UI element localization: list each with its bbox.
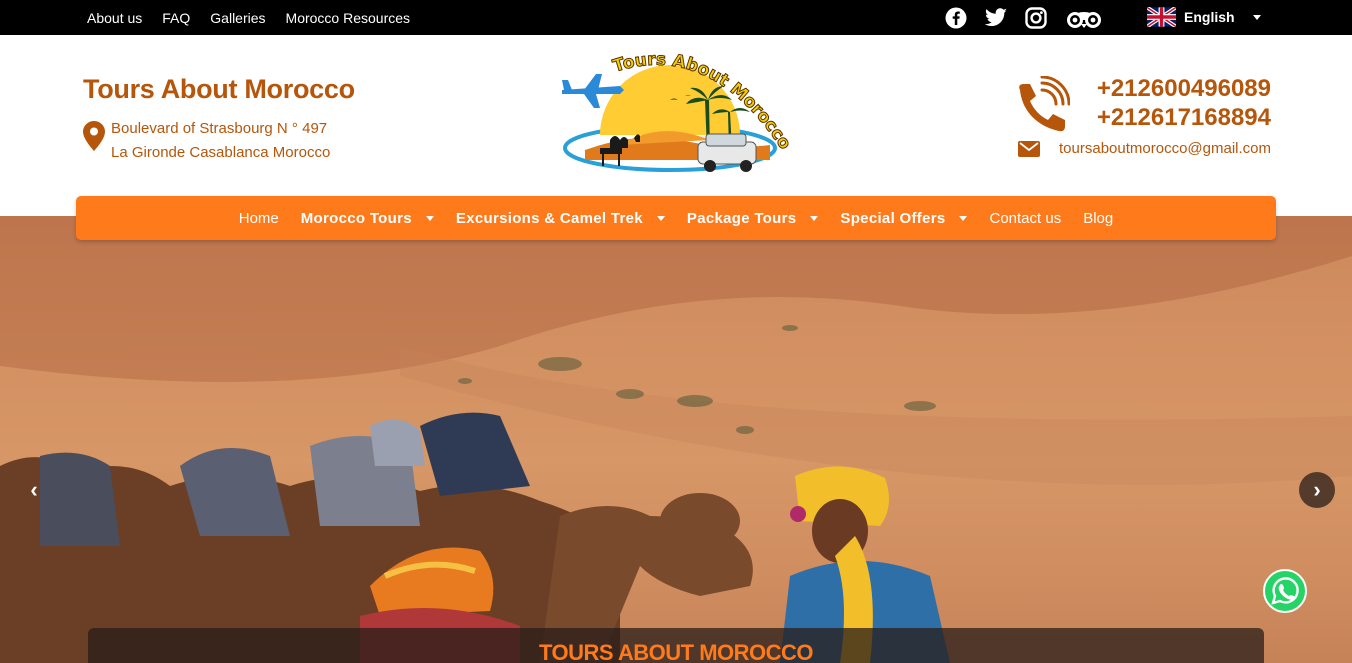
nav-package-tours-label: Package Tours xyxy=(686,209,797,227)
nav-morocco-tours-label: Morocco Tours xyxy=(300,209,412,227)
site-title[interactable]: Tours About Morocco xyxy=(83,74,355,105)
uk-flag-icon xyxy=(1145,5,1178,29)
main-nav: Home Morocco Tours Excursions & Camel Tr… xyxy=(76,196,1276,240)
location-pin-icon xyxy=(83,121,105,151)
nav-package-tours[interactable]: Package Tours xyxy=(687,210,819,227)
hero-caption: TOURS ABOUT MOROCCO xyxy=(88,628,1264,663)
top-bar: About us FAQ Galleries Morocco Resources… xyxy=(0,0,1352,35)
nav-home-label: Home xyxy=(238,209,279,227)
hero-image xyxy=(0,216,1352,663)
chevron-down-icon xyxy=(425,215,434,221)
twitter-icon[interactable] xyxy=(984,6,1008,30)
language-selector[interactable]: English xyxy=(1145,5,1261,29)
top-link-faq[interactable]: FAQ xyxy=(162,10,190,26)
top-link-about[interactable]: About us xyxy=(87,10,142,26)
whatsapp-icon[interactable] xyxy=(1262,568,1308,614)
top-link-resources[interactable]: Morocco Resources xyxy=(286,10,411,26)
nav-blog-label: Blog xyxy=(1083,209,1114,227)
social-links xyxy=(944,6,1104,30)
email-link[interactable]: toursaboutmorocco@gmail.com xyxy=(1059,140,1271,157)
nav-contact[interactable]: Contact us xyxy=(989,210,1061,227)
nav-special-offers-label: Special Offers xyxy=(840,209,946,227)
nav-excursions-label: Excursions & Camel Trek xyxy=(455,209,643,227)
hero-slider: ‹ › TOURS ABOUT MOROCCO xyxy=(0,216,1352,663)
nav-home[interactable]: Home xyxy=(239,210,279,227)
envelope-icon xyxy=(1018,141,1040,157)
address: Boulevard of Strasbourg N ° 497 La Giron… xyxy=(111,117,330,165)
chevron-down-icon xyxy=(1252,14,1261,20)
phone-number-1[interactable]: +212600496089 xyxy=(1097,74,1271,103)
instagram-icon[interactable] xyxy=(1024,6,1048,30)
top-link-galleries[interactable]: Galleries xyxy=(210,10,265,26)
nav-blog[interactable]: Blog xyxy=(1083,210,1113,227)
chevron-down-icon xyxy=(810,215,819,221)
nav-special-offers[interactable]: Special Offers xyxy=(840,209,968,227)
site-logo[interactable]: Tours About Morocco xyxy=(560,49,795,180)
chevron-down-icon xyxy=(959,215,968,221)
phone-number-2[interactable]: +212617168894 xyxy=(1097,103,1271,132)
top-nav: About us FAQ Galleries Morocco Resources xyxy=(87,0,410,35)
slider-next-button[interactable]: › xyxy=(1299,472,1335,508)
chevron-down-icon xyxy=(656,215,665,221)
facebook-icon[interactable] xyxy=(944,6,968,30)
nav-excursions[interactable]: Excursions & Camel Trek xyxy=(456,210,665,227)
address-line-1: Boulevard of Strasbourg N ° 497 xyxy=(111,120,328,137)
phone-numbers: +212600496089 +212617168894 xyxy=(1097,74,1271,132)
language-label: English xyxy=(1184,9,1235,25)
address-line-2: La Gironde Casablanca Morocco xyxy=(111,144,331,161)
nav-morocco-tours[interactable]: Morocco Tours xyxy=(301,210,434,227)
slider-prev-button[interactable]: ‹ xyxy=(16,472,52,508)
nav-contact-label: Contact us xyxy=(989,209,1062,227)
phone-icon xyxy=(1014,75,1071,134)
tripadvisor-icon[interactable] xyxy=(1064,6,1104,30)
hero-caption-title: TOURS ABOUT MOROCCO xyxy=(538,640,814,663)
